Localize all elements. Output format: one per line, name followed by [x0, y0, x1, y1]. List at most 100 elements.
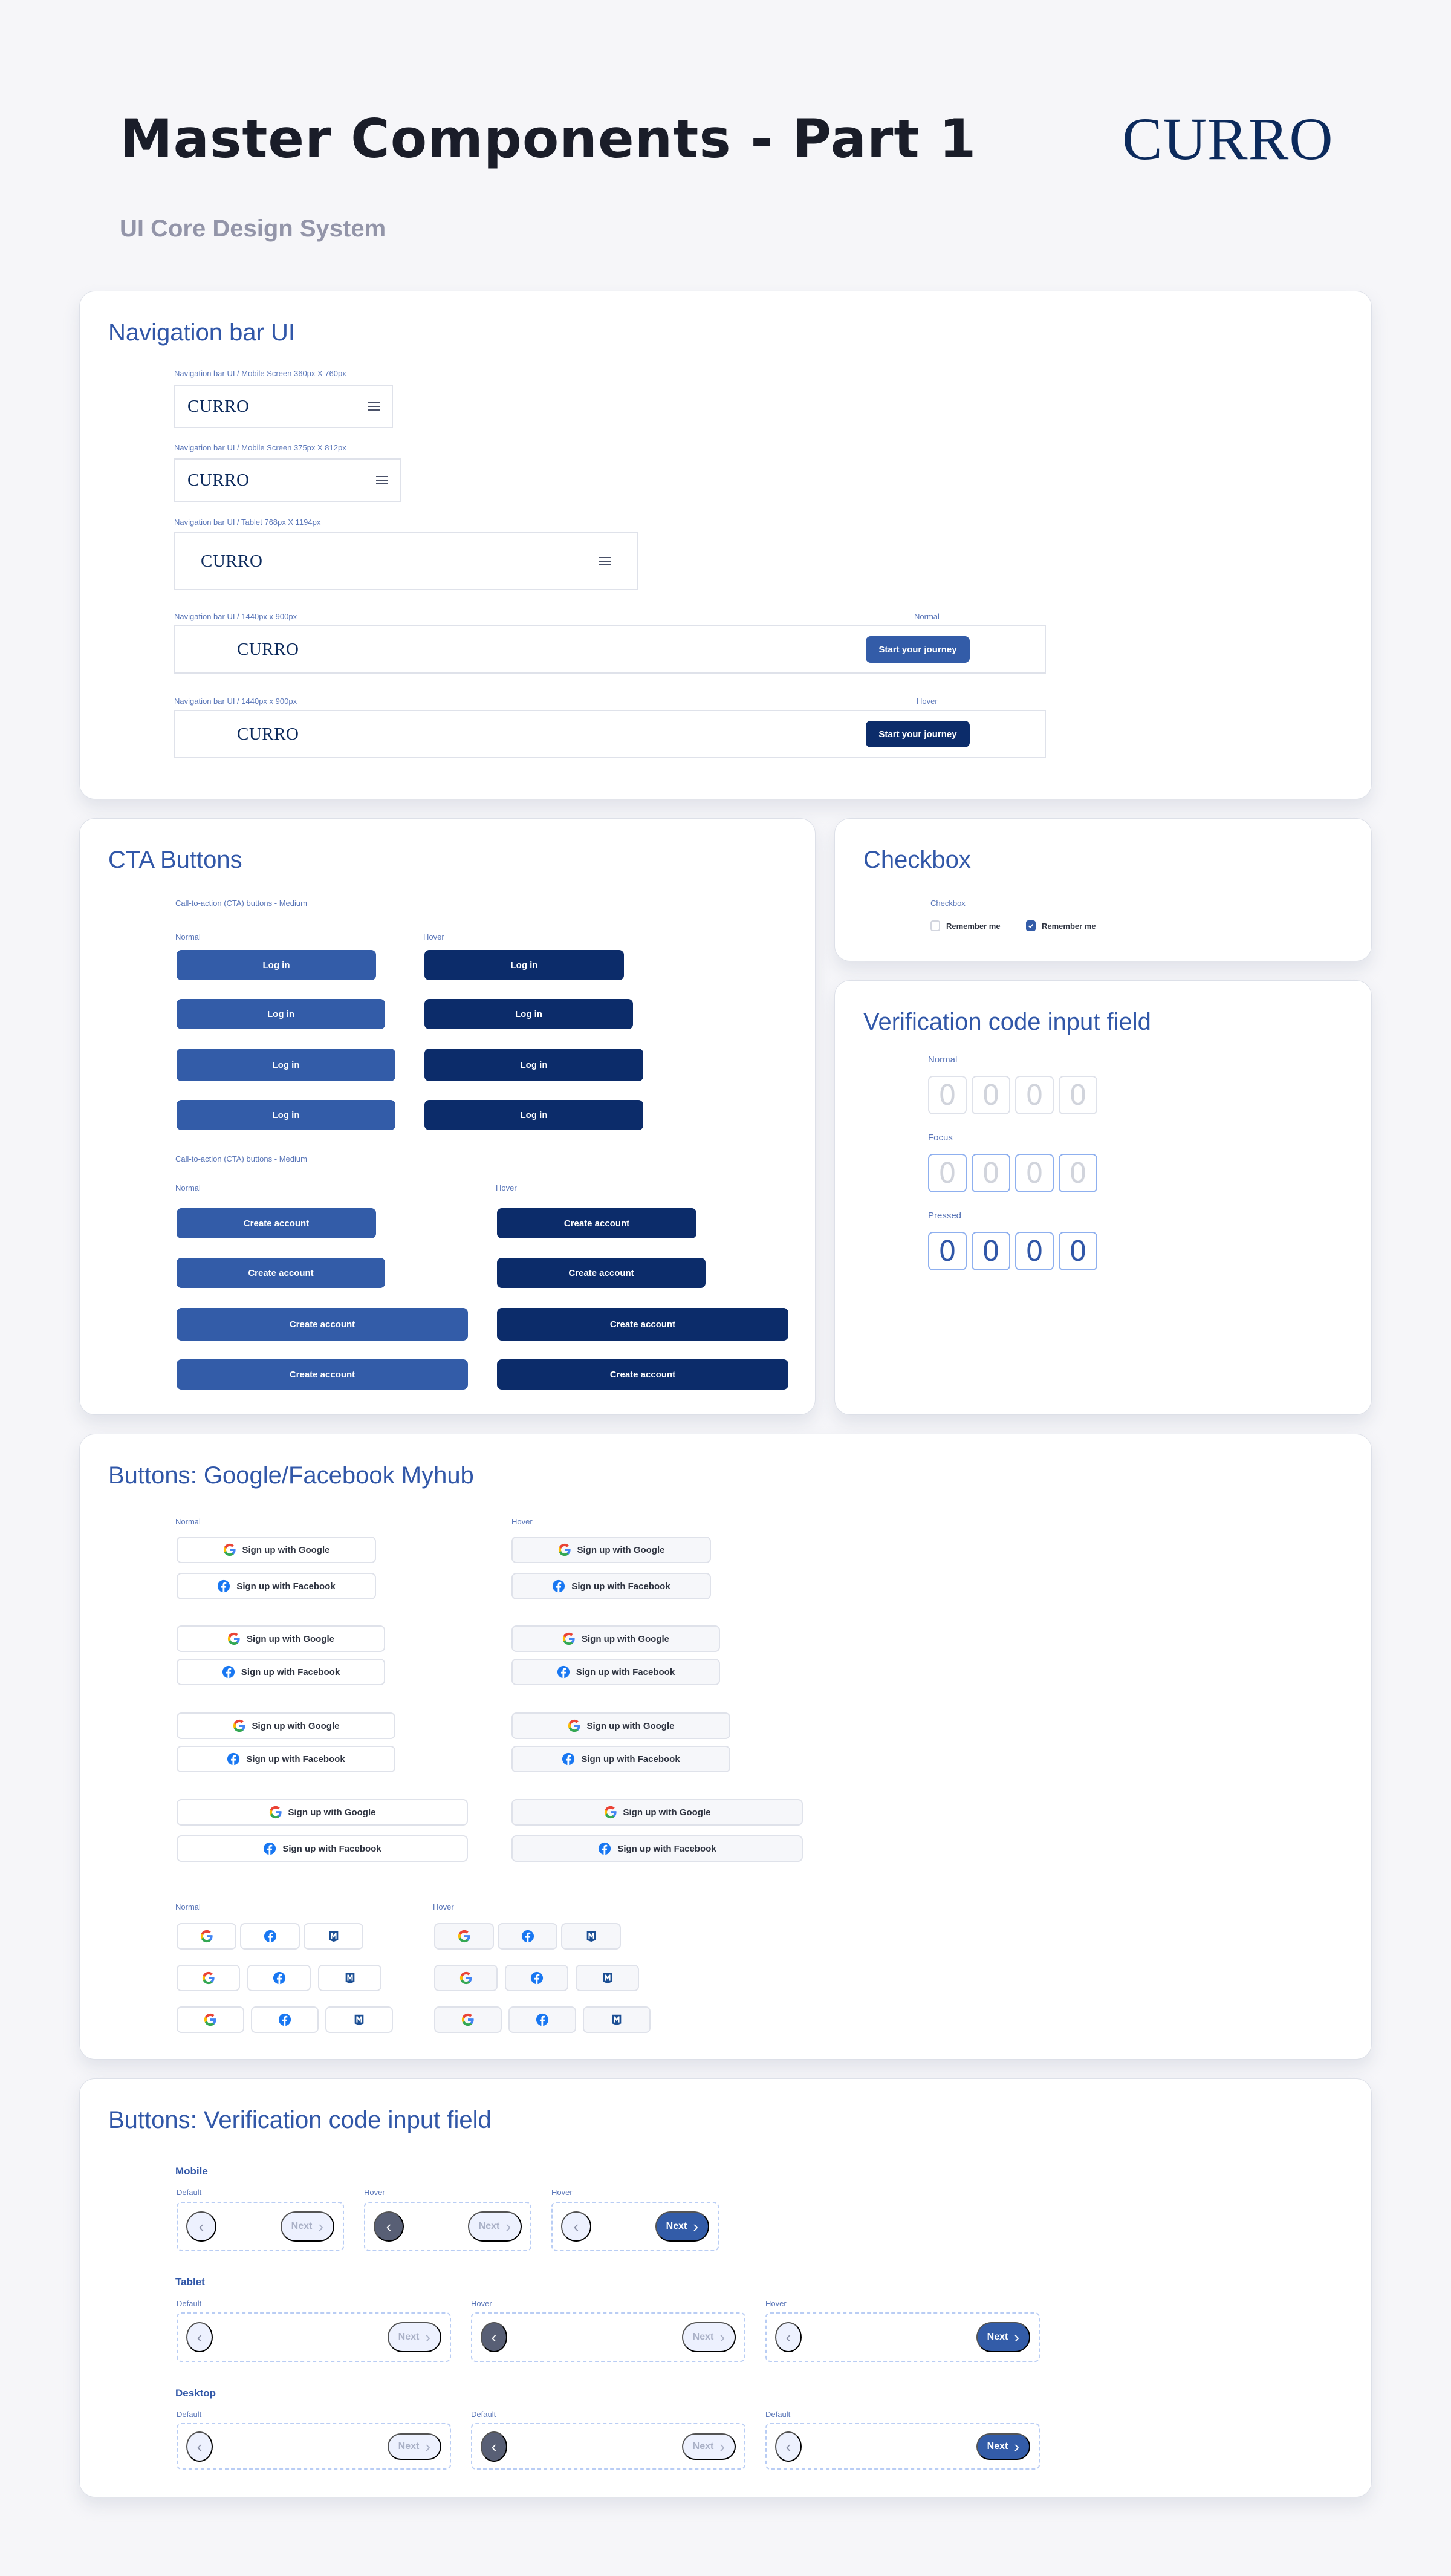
google-signup-button[interactable]: Sign up with Google	[177, 1712, 395, 1739]
otp-digit-input[interactable]: 0	[1015, 1076, 1054, 1114]
facebook-icon-button[interactable]	[240, 1923, 300, 1950]
google-icon-button-hover[interactable]	[434, 2006, 502, 2033]
pager-state-label: Hover	[551, 2188, 573, 2197]
myhub-icon-button[interactable]	[325, 2006, 393, 2033]
hamburger-icon[interactable]	[376, 476, 388, 484]
facebook-signup-button[interactable]: Sign up with Facebook	[177, 1835, 468, 1862]
google-signup-button-hover[interactable]: Sign up with Google	[511, 1537, 711, 1563]
otp-digit-input[interactable]: 0	[928, 1076, 967, 1114]
facebook-signup-button-hover[interactable]: Sign up with Facebook	[511, 1659, 720, 1685]
myhub-icon-button-hover[interactable]	[561, 1923, 621, 1950]
pager-mobile-hover: ‹ Next ›	[364, 2202, 531, 2251]
nav-desktop-hover: CURRO Start your journey	[174, 710, 1046, 758]
create-account-button-hover[interactable]: Create account	[497, 1308, 788, 1341]
nav-logo[interactable]: CURRO	[187, 470, 249, 490]
otp-digit-input[interactable]: 0	[1015, 1154, 1054, 1192]
facebook-icon-button-hover[interactable]	[498, 1923, 557, 1950]
start-journey-button[interactable]: Start your journey	[866, 636, 970, 663]
myhub-icon-button-hover[interactable]	[576, 1965, 639, 1991]
remember-me-checkbox[interactable]: Remember me	[930, 920, 1001, 931]
nav-logo[interactable]: CURRO	[237, 724, 299, 744]
facebook-signup-button[interactable]: Sign up with Facebook	[177, 1746, 395, 1772]
facebook-signup-button-hover[interactable]: Sign up with Facebook	[511, 1835, 803, 1862]
otp-digit-input[interactable]: 0	[1059, 1232, 1097, 1270]
back-button[interactable]: ‹	[374, 2211, 404, 2242]
create-account-button[interactable]: Create account	[177, 1359, 468, 1390]
login-button-hover[interactable]: Log in	[424, 999, 633, 1029]
checkbox-unchecked[interactable]	[930, 920, 940, 931]
checkbox-checked[interactable]	[1026, 920, 1036, 931]
login-button[interactable]: Log in	[177, 999, 385, 1029]
create-account-button-hover[interactable]: Create account	[497, 1359, 788, 1390]
login-button[interactable]: Log in	[177, 1049, 395, 1081]
google-icon-button-hover[interactable]	[434, 1965, 498, 1991]
otp-digit-input[interactable]: 0	[1059, 1154, 1097, 1192]
back-button[interactable]: ‹	[775, 2322, 802, 2352]
nav-logo[interactable]: CURRO	[201, 551, 262, 571]
facebook-icon-button[interactable]	[247, 1965, 311, 1991]
otp-digit-input[interactable]: 0	[928, 1154, 967, 1192]
create-account-button-hover[interactable]: Create account	[497, 1208, 696, 1238]
google-icon-button[interactable]	[177, 2006, 244, 2033]
next-button[interactable]: Next ›	[681, 2433, 736, 2460]
next-button[interactable]: Next ›	[681, 2322, 736, 2352]
login-button[interactable]: Log in	[177, 1100, 395, 1130]
google-signup-button-hover[interactable]: Sign up with Google	[511, 1799, 803, 1826]
otp-digit-input[interactable]: 0	[972, 1232, 1010, 1270]
google-icon-button[interactable]	[177, 1923, 236, 1950]
chevron-right-icon: ›	[425, 2437, 430, 2456]
next-button[interactable]: Next ›	[280, 2211, 334, 2242]
myhub-icon-button[interactable]	[304, 1923, 363, 1950]
nav-logo[interactable]: CURRO	[187, 397, 249, 417]
login-button[interactable]: Log in	[177, 950, 376, 980]
google-icon-button-hover[interactable]	[434, 1923, 494, 1950]
back-button[interactable]: ‹	[561, 2211, 591, 2242]
back-button[interactable]: ‹	[775, 2431, 802, 2462]
google-signup-button-hover[interactable]: Sign up with Google	[511, 1712, 730, 1739]
login-button-hover[interactable]: Log in	[424, 1100, 643, 1130]
back-button[interactable]: ‹	[186, 2211, 216, 2242]
myhub-icon-button-hover[interactable]	[583, 2006, 651, 2033]
facebook-icon-button[interactable]	[251, 2006, 319, 2033]
next-button[interactable]: Next ›	[976, 2322, 1030, 2352]
google-signup-button[interactable]: Sign up with Google	[177, 1799, 468, 1826]
start-journey-button-hover[interactable]: Start your journey	[866, 721, 970, 747]
login-button-hover[interactable]: Log in	[424, 950, 624, 980]
back-button[interactable]: ‹	[481, 2431, 507, 2462]
otp-digit-input[interactable]: 0	[972, 1076, 1010, 1114]
next-button[interactable]: Next ›	[387, 2433, 441, 2460]
facebook-icon-button-hover[interactable]	[508, 2006, 576, 2033]
hamburger-icon[interactable]	[368, 402, 380, 411]
google-signup-button[interactable]: Sign up with Google	[177, 1537, 376, 1563]
google-signup-button-hover[interactable]: Sign up with Google	[511, 1625, 720, 1652]
create-account-button[interactable]: Create account	[177, 1308, 468, 1341]
back-button[interactable]: ‹	[481, 2322, 507, 2352]
create-account-button[interactable]: Create account	[177, 1258, 385, 1288]
create-account-button-hover[interactable]: Create account	[497, 1258, 706, 1288]
google-signup-button[interactable]: Sign up with Google	[177, 1625, 385, 1652]
google-icon-button[interactable]	[177, 1965, 240, 1991]
nav-logo[interactable]: CURRO	[237, 640, 299, 660]
create-account-button[interactable]: Create account	[177, 1208, 376, 1238]
back-button[interactable]: ‹	[186, 2431, 213, 2462]
next-button[interactable]: Next ›	[976, 2433, 1030, 2460]
facebook-signup-button[interactable]: Sign up with Facebook	[177, 1659, 385, 1685]
otp-digit-input[interactable]: 0	[1015, 1232, 1054, 1270]
facebook-icon	[521, 1930, 534, 1943]
facebook-signup-button-hover[interactable]: Sign up with Facebook	[511, 1746, 730, 1772]
login-button-hover[interactable]: Log in	[424, 1049, 643, 1081]
next-button[interactable]: Next ›	[387, 2322, 441, 2352]
facebook-signup-button[interactable]: Sign up with Facebook	[177, 1573, 376, 1599]
facebook-icon-button-hover[interactable]	[505, 1965, 568, 1991]
facebook-signup-button-hover[interactable]: Sign up with Facebook	[511, 1573, 711, 1599]
checkbox-group-label: Checkbox	[930, 899, 966, 908]
next-button[interactable]: Next ›	[655, 2211, 709, 2242]
remember-me-checkbox-checked[interactable]: Remember me	[1026, 920, 1096, 931]
otp-digit-input[interactable]: 0	[1059, 1076, 1097, 1114]
back-button[interactable]: ‹	[186, 2322, 213, 2352]
otp-digit-input[interactable]: 0	[972, 1154, 1010, 1192]
hamburger-icon[interactable]	[599, 557, 611, 565]
otp-digit-input[interactable]: 0	[928, 1232, 967, 1270]
next-button[interactable]: Next ›	[467, 2211, 522, 2242]
myhub-icon-button[interactable]	[318, 1965, 381, 1991]
